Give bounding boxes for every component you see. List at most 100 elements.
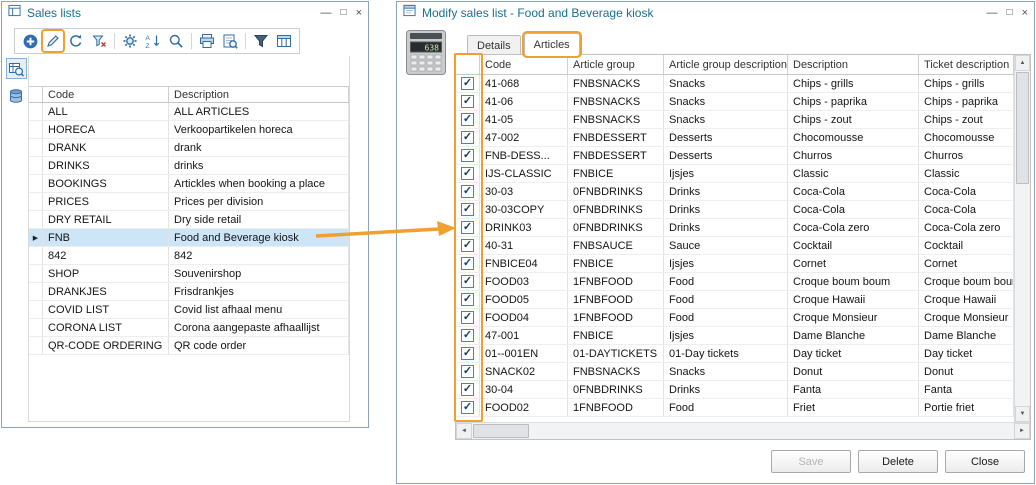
cell-code: FNB — [43, 229, 169, 246]
cell-description: Souvenirshop — [169, 265, 349, 282]
filter-button[interactable] — [251, 31, 271, 51]
column-header-ticket-description[interactable]: Ticket description — [919, 55, 1014, 74]
row-checkbox[interactable]: ✓ — [456, 219, 480, 236]
row-checkbox[interactable]: ✓ — [456, 363, 480, 380]
sales-list-row[interactable]: DRY RETAILDry side retail — [29, 211, 349, 229]
sales-list-row[interactable]: DRANKdrank — [29, 139, 349, 157]
print-preview-button[interactable] — [220, 31, 240, 51]
article-row[interactable]: ✓01--001EN01-DAYTICKETS01-Day ticketsDay… — [456, 345, 1014, 363]
minimize-button[interactable]: — — [987, 8, 998, 19]
settings-button[interactable] — [120, 31, 140, 51]
row-checkbox[interactable]: ✓ — [456, 381, 480, 398]
scroll-right-arrow[interactable]: ► — [1014, 423, 1030, 439]
column-header-code[interactable]: Code — [43, 87, 169, 102]
minimize-button[interactable]: — — [321, 8, 332, 19]
row-checkbox[interactable]: ✓ — [456, 255, 480, 272]
article-row[interactable]: ✓FOOD051FNBFOODFoodCroque HawaiiCroque H… — [456, 291, 1014, 309]
sales-list-row[interactable]: PRICESPrices per division — [29, 193, 349, 211]
row-checkbox[interactable]: ✓ — [456, 147, 480, 164]
sales-list-row[interactable]: CORONA LISTCorona aangepaste afhaallijst — [29, 319, 349, 337]
row-checkbox[interactable]: ✓ — [456, 129, 480, 146]
article-row[interactable]: ✓41-068FNBSNACKSSnacksChips - grillsChip… — [456, 75, 1014, 93]
row-checkbox[interactable]: ✓ — [456, 201, 480, 218]
tab-articles[interactable]: Articles — [524, 33, 580, 56]
row-checkbox[interactable]: ✓ — [456, 111, 480, 128]
vertical-scrollbar[interactable]: ▲ ▼ — [1014, 55, 1030, 422]
edit-button[interactable] — [43, 31, 63, 51]
sales-list-row[interactable]: SHOPSouvenirshop — [29, 265, 349, 283]
save-button[interactable]: Save — [771, 450, 851, 473]
row-checkbox[interactable]: ✓ — [456, 327, 480, 344]
scroll-up-arrow[interactable]: ▲ — [1015, 55, 1030, 71]
article-row[interactable]: ✓FOOD021FNBFOODFoodFrietPortie friet — [456, 399, 1014, 417]
article-row[interactable]: ✓IJS-CLASSICFNBICEIjsjesClassicClassic — [456, 165, 1014, 183]
add-button[interactable] — [20, 31, 40, 51]
search-button[interactable] — [166, 31, 186, 51]
sales-list-row[interactable]: DRINKSdrinks — [29, 157, 349, 175]
column-chooser-button[interactable] — [274, 31, 294, 51]
article-row[interactable]: ✓DRINK030FNBDRINKSDrinksCoca-Cola zeroCo… — [456, 219, 1014, 237]
checkbox-icon: ✓ — [461, 95, 474, 108]
row-checkbox[interactable]: ✓ — [456, 75, 480, 92]
refresh-button[interactable] — [66, 31, 86, 51]
cell-article-group-description: Food — [664, 273, 788, 290]
column-header-description[interactable]: Description — [788, 55, 919, 74]
column-header-article-group[interactable]: Article group — [568, 55, 664, 74]
article-row[interactable]: ✓30-03COPY0FNBDRINKSDrinksCoca-ColaCoca-… — [456, 201, 1014, 219]
row-checkbox[interactable]: ✓ — [456, 93, 480, 110]
column-header-code[interactable]: Code — [480, 55, 568, 74]
row-checkbox[interactable]: ✓ — [456, 345, 480, 362]
row-checkbox[interactable]: ✓ — [456, 273, 480, 290]
maximize-button[interactable]: □ — [1007, 8, 1013, 18]
row-checkbox[interactable]: ✓ — [456, 237, 480, 254]
horizontal-scrollbar[interactable]: ◄ ► — [456, 422, 1030, 439]
row-checkbox[interactable]: ✓ — [456, 165, 480, 182]
clear-filter-button[interactable] — [89, 31, 109, 51]
row-checkbox[interactable]: ✓ — [456, 309, 480, 326]
article-row[interactable]: ✓FOOD031FNBFOODFoodCroque boum boumCroqu… — [456, 273, 1014, 291]
article-row[interactable]: ✓FNBICE04FNBICEIjsjesCornetCornet — [456, 255, 1014, 273]
article-row[interactable]: ✓30-030FNBDRINKSDrinksCoca-ColaCoca-Cola — [456, 183, 1014, 201]
sales-list-row[interactable]: DRANKJESFrisdrankjes — [29, 283, 349, 301]
horizontal-scroll-thumb[interactable] — [473, 424, 529, 438]
cell-code: FNB-DESS... — [480, 147, 568, 164]
close-button[interactable]: × — [1022, 8, 1028, 19]
column-header-description[interactable]: Description — [169, 87, 349, 102]
article-row[interactable]: ✓SNACK02FNBSNACKSSnacksDonutDonut — [456, 363, 1014, 381]
print-button[interactable] — [197, 31, 217, 51]
close-button-footer[interactable]: Close — [945, 450, 1025, 473]
scroll-down-arrow[interactable]: ▼ — [1015, 406, 1030, 422]
tab-details[interactable]: Details — [467, 35, 521, 56]
sales-list-row[interactable]: ▶FNBFood and Beverage kiosk — [29, 229, 349, 247]
close-button[interactable]: × — [356, 8, 362, 19]
article-row[interactable]: ✓30-040FNBDRINKSDrinksFantaFanta — [456, 381, 1014, 399]
sales-list-row[interactable]: COVID LISTCovid list afhaal menu — [29, 301, 349, 319]
maximize-button[interactable]: □ — [341, 8, 347, 18]
sales-list-row[interactable]: HORECAVerkoopartikelen horeca — [29, 121, 349, 139]
row-checkbox[interactable]: ✓ — [456, 183, 480, 200]
scroll-left-arrow[interactable]: ◄ — [456, 423, 472, 439]
vertical-scroll-thumb[interactable] — [1016, 72, 1029, 184]
column-header-checkbox[interactable] — [456, 55, 480, 74]
sales-list-row[interactable]: BOOKINGSArtickles when booking a place — [29, 175, 349, 193]
article-row[interactable]: ✓47-002FNBDESSERTDessertsChocomousseChoc… — [456, 129, 1014, 147]
row-checkbox[interactable]: ✓ — [456, 291, 480, 308]
sales-list-row[interactable]: QR-CODE ORDERINGQR code order — [29, 337, 349, 355]
article-row[interactable]: ✓FOOD041FNBFOODFoodCroque MonsieurCroque… — [456, 309, 1014, 327]
row-indicator: ▶ — [29, 229, 43, 246]
sort-button[interactable]: AZ — [143, 31, 163, 51]
sales-list-row[interactable]: 842842 — [29, 247, 349, 265]
article-row[interactable]: ✓FNB-DESS...FNBDESSERTDessertsChurrosChu… — [456, 147, 1014, 165]
sales-list-row[interactable]: ALLALL ARTICLES — [29, 103, 349, 121]
search-grid-button[interactable] — [6, 58, 27, 79]
article-row[interactable]: ✓47-001FNBICEIjsjesDame BlancheDame Blan… — [456, 327, 1014, 345]
article-row[interactable]: ✓41-05FNBSNACKSSnacksChips - zoutChips -… — [456, 111, 1014, 129]
delete-button[interactable]: Delete — [858, 450, 938, 473]
row-checkbox[interactable]: ✓ — [456, 399, 480, 416]
article-row[interactable]: ✓41-06FNBSNACKSSnacksChips - paprikaChip… — [456, 93, 1014, 111]
refresh-icon — [68, 33, 84, 49]
article-row[interactable]: ✓40-31FNBSAUCESauceCocktailCocktail — [456, 237, 1014, 255]
cell-article-group: 01-DAYTICKETS — [568, 345, 664, 362]
database-button[interactable] — [6, 85, 27, 106]
column-header-article-group-description[interactable]: Article group description — [664, 55, 788, 74]
